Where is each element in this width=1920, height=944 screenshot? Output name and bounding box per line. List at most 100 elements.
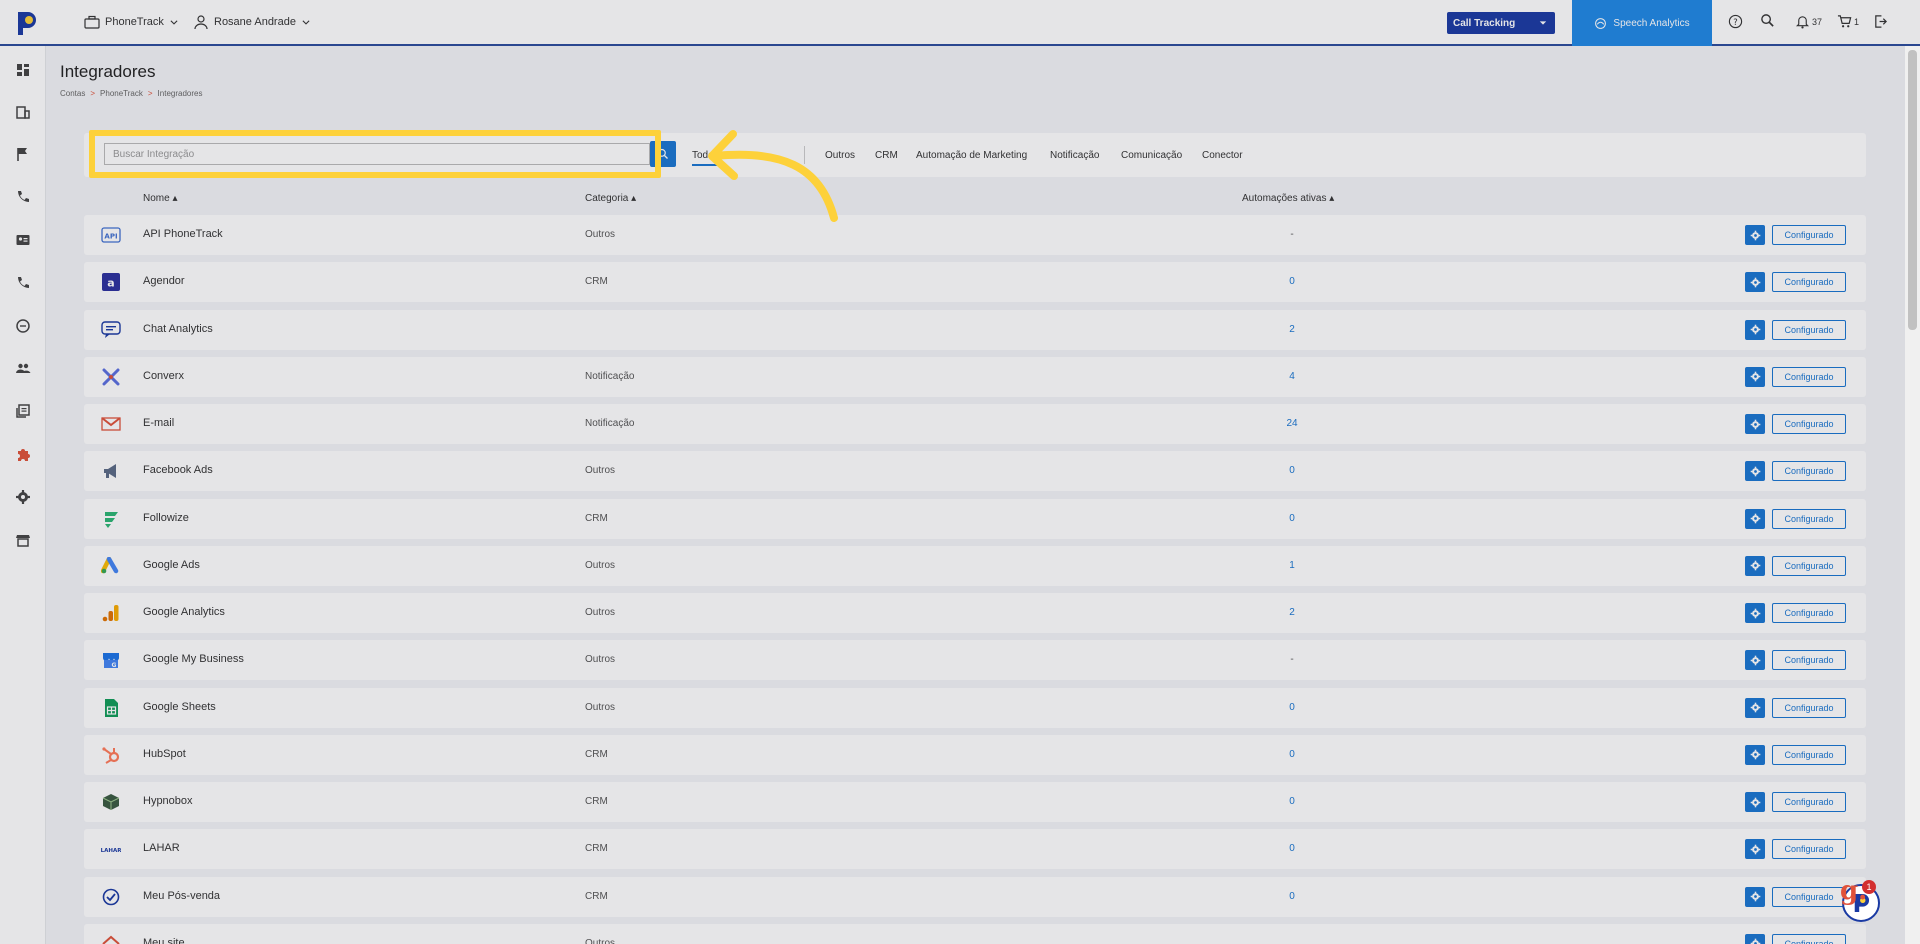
email-icon (101, 415, 121, 433)
store-icon[interactable] (15, 532, 31, 548)
integration-automations[interactable]: 2 (1282, 324, 1302, 335)
contact-card-icon[interactable] (15, 232, 31, 248)
speech-analytics-label: Speech Analytics (1613, 17, 1690, 29)
gear-icon (1750, 419, 1760, 429)
integration-automations[interactable]: 0 (1282, 702, 1302, 713)
user-menu[interactable]: Rosane Andrade (193, 14, 311, 30)
integration-automations[interactable]: 1 (1282, 560, 1302, 571)
configurado-button-facebook-ads[interactable]: Configurado (1772, 461, 1846, 482)
settings-button[interactable] (1745, 555, 1765, 576)
speech-analytics-button[interactable]: Speech Analytics (1572, 0, 1712, 46)
configurado-button-google-sheets[interactable]: Configurado (1772, 697, 1846, 718)
settings-button[interactable] (1745, 886, 1765, 907)
configurado-button-followize[interactable]: Configurado (1772, 508, 1846, 529)
integration-name: Agendor (143, 275, 185, 288)
chevron-down-icon (170, 20, 178, 25)
converx-logo-icon (101, 368, 121, 386)
logout-button[interactable] (1873, 14, 1888, 29)
integration-category: Outros (585, 559, 616, 571)
dashboard-icon[interactable] (15, 62, 31, 78)
puzzle-icon[interactable] (15, 446, 31, 462)
integration-automations[interactable]: 0 (1282, 276, 1302, 287)
integration-automations[interactable]: 0 (1282, 843, 1302, 854)
gear-icon (1750, 230, 1760, 240)
phone-icon[interactable] (15, 189, 31, 205)
integration-automations[interactable]: 4 (1282, 371, 1302, 382)
configurado-button-converx[interactable]: Configurado (1772, 366, 1846, 387)
gear-icon[interactable] (15, 489, 31, 505)
settings-button[interactable] (1745, 650, 1765, 671)
configurado-button-lahar[interactable]: Configurado (1772, 839, 1846, 860)
configurado-button-google-ads[interactable]: Configurado (1772, 555, 1846, 576)
configurado-button-google-analytics[interactable]: Configurado (1772, 603, 1846, 623)
settings-button[interactable] (1745, 366, 1765, 387)
settings-button[interactable] (1745, 792, 1765, 812)
settings-button[interactable] (1745, 697, 1765, 718)
tab-conector[interactable]: Conector (1202, 150, 1243, 161)
configurado-button-chat-analytics[interactable]: Configurado (1772, 319, 1846, 340)
top-bar: PhoneTrack Rosane Andrade Call Tracking … (0, 0, 1920, 46)
search-button[interactable] (1760, 13, 1775, 28)
call-icon[interactable] (15, 275, 31, 291)
notifications-button[interactable]: 37 (1795, 14, 1822, 29)
settings-button[interactable] (1745, 319, 1765, 340)
pointer-arrow-icon (708, 130, 838, 222)
breadcrumb-item-phonetrack[interactable]: PhoneTrack (100, 89, 143, 98)
gear-icon (1750, 749, 1760, 760)
breadcrumb-item-contas[interactable]: Contas (60, 89, 85, 98)
settings-button[interactable] (1745, 225, 1765, 245)
integration-automations[interactable]: 0 (1282, 796, 1302, 807)
users-icon[interactable] (15, 360, 31, 376)
reports-icon[interactable] (15, 403, 31, 419)
configurado-button-meu-site[interactable]: Configurado (1772, 933, 1846, 944)
settings-button[interactable] (1745, 839, 1765, 860)
settings-button[interactable] (1745, 508, 1765, 529)
account-selector[interactable]: PhoneTrack (84, 14, 179, 30)
tab-crm[interactable]: CRM (875, 150, 898, 161)
integration-automations[interactable]: 0 (1282, 465, 1302, 476)
logout-icon (1875, 15, 1887, 28)
settings-button[interactable] (1745, 744, 1765, 765)
chevron-down-icon (302, 20, 310, 25)
configurado-button-api-phonetrack[interactable]: Configurado (1772, 225, 1846, 245)
configurado-button-agendor[interactable]: Configurado (1772, 272, 1846, 293)
integration-automations[interactable]: 24 (1282, 418, 1302, 429)
configurado-button-meu-pos-venda[interactable]: Configurado (1772, 886, 1846, 907)
settings-button[interactable] (1745, 603, 1765, 623)
integration-automations[interactable]: 0 (1282, 513, 1302, 524)
google-ads-icon (100, 556, 121, 575)
integration-category: Notificação (585, 370, 635, 382)
integration-automations[interactable]: 2 (1282, 607, 1302, 618)
column-header-automations[interactable]: Automações ativas ▴ (1242, 193, 1334, 204)
tab-notificacao[interactable]: Notificação (1050, 150, 1099, 161)
tab-comunicacao[interactable]: Comunicação (1121, 150, 1182, 161)
chat-bubble-icon[interactable] (15, 318, 31, 334)
cart-button[interactable]: 1 (1837, 14, 1859, 29)
column-header-category[interactable]: Categoria ▴ (585, 193, 636, 204)
configurado-button-e-mail[interactable]: Configurado (1772, 414, 1846, 434)
integration-automations[interactable]: 0 (1282, 891, 1302, 902)
column-header-name[interactable]: Nome ▴ (143, 193, 177, 204)
call-tracking-label: Call Tracking (1453, 17, 1516, 29)
scrollbar-thumb[interactable] (1908, 50, 1917, 330)
call-tracking-selector[interactable]: Call Tracking (1447, 12, 1555, 34)
hubspot-icon (101, 746, 121, 764)
integration-automations[interactable]: 0 (1282, 749, 1302, 760)
tab-automacao-de-marketing[interactable]: Automação de Marketing (916, 150, 1027, 161)
integration-automations: - (1290, 654, 1294, 666)
settings-button[interactable] (1745, 933, 1765, 944)
settings-button[interactable] (1745, 461, 1765, 482)
configurado-button-hubspot[interactable]: Configurado (1772, 744, 1846, 765)
help-button[interactable]: ? (1728, 14, 1743, 29)
settings-button[interactable] (1745, 272, 1765, 293)
flag-icon[interactable] (15, 146, 31, 162)
building-icon[interactable] (15, 104, 31, 120)
configurado-button-hypnobox[interactable]: Configurado (1772, 792, 1846, 812)
house-icon (101, 935, 121, 944)
settings-button[interactable] (1745, 414, 1765, 434)
table-row: a Agendor CRM 0 Configurado (84, 262, 1866, 303)
integration-name: Google Sheets (143, 700, 216, 713)
configurado-button-google-my-business[interactable]: Configurado (1772, 650, 1846, 671)
table-row: HubSpot CRM 0 Configurado (84, 734, 1866, 775)
phonetrack-logo-icon[interactable] (12, 8, 42, 38)
